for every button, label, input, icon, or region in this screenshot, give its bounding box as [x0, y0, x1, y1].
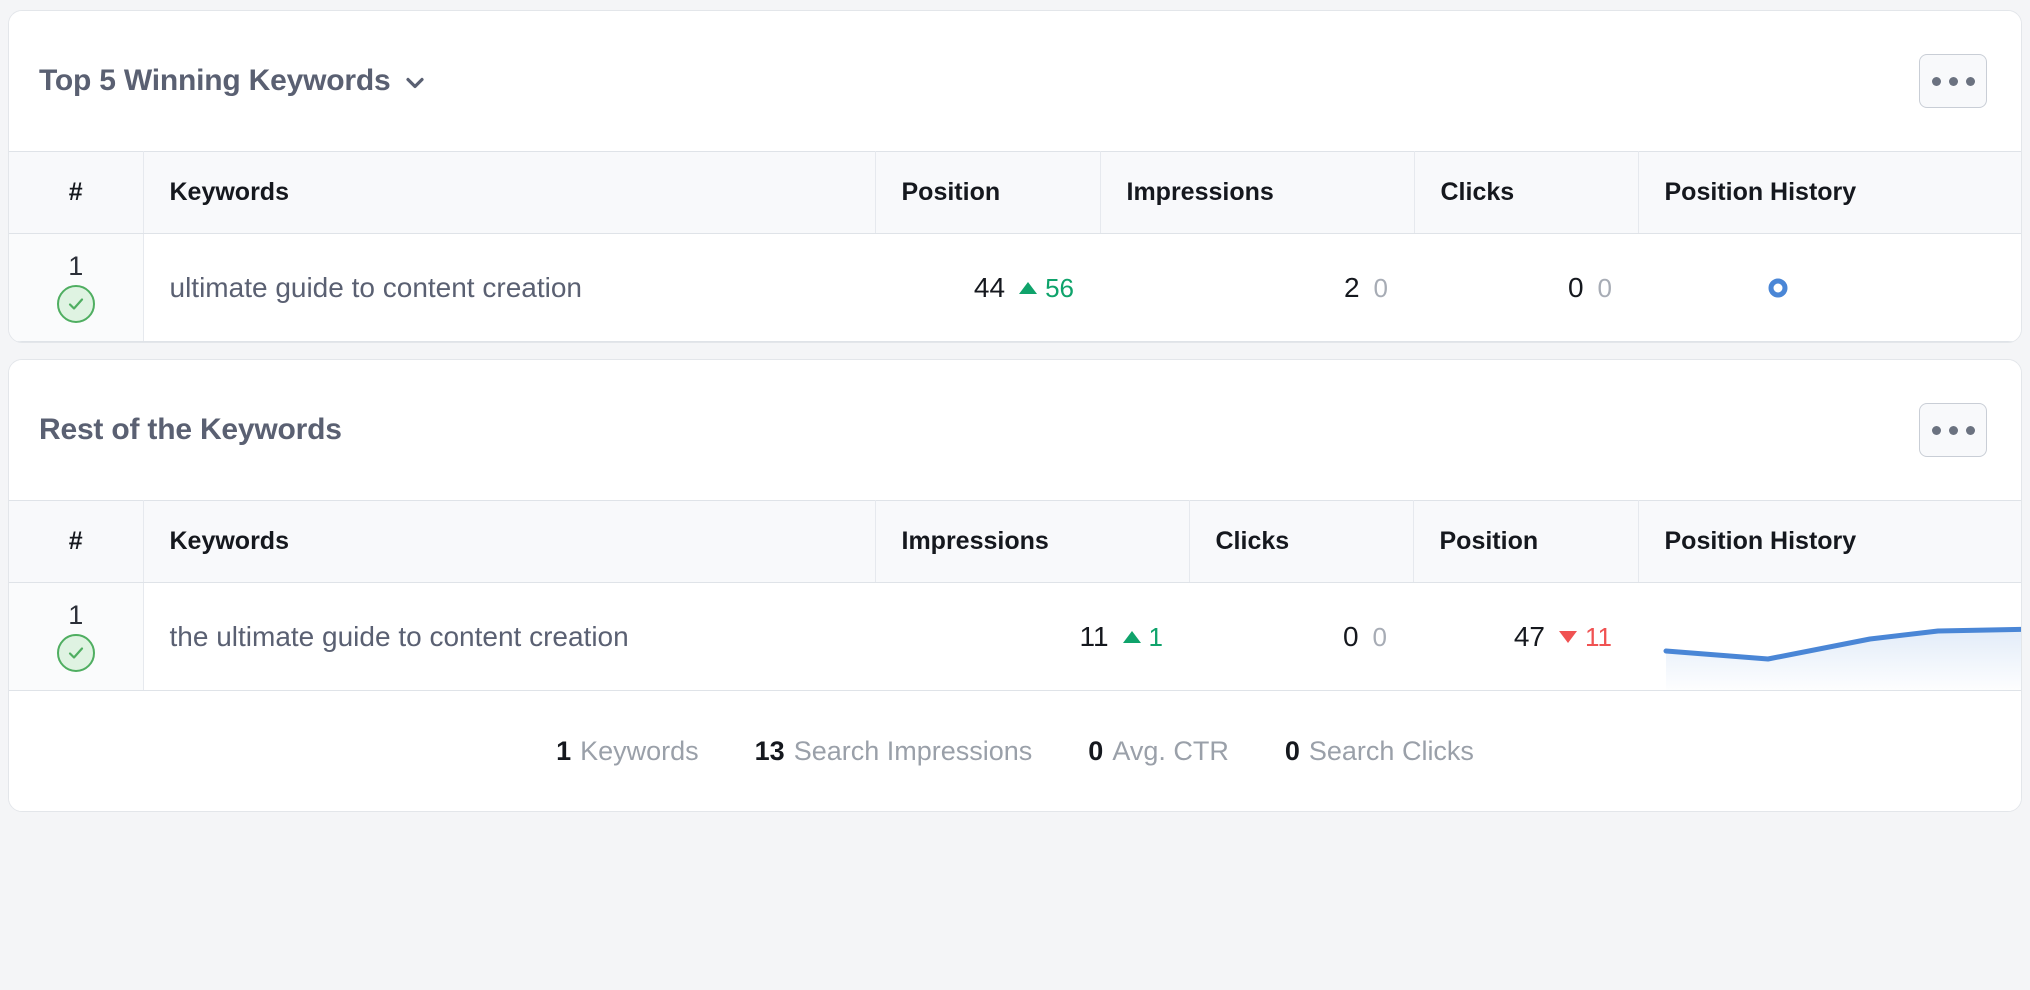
position-delta-value: 11: [1585, 622, 1612, 652]
top-winning-keywords-card: Top 5 Winning Keywords #: [8, 10, 2022, 343]
card-title-group-top[interactable]: Top 5 Winning Keywords: [39, 64, 426, 98]
position-delta: 11: [1559, 622, 1612, 652]
impressions-delta: 1: [1123, 622, 1163, 652]
column-header-keywords[interactable]: Keywords: [143, 152, 875, 234]
column-header-impressions[interactable]: Impressions: [1100, 152, 1414, 234]
position-cell: 47 11: [1413, 583, 1638, 691]
impressions-cell: 111: [875, 583, 1189, 691]
summary-clicks-value: 0: [1285, 736, 1300, 766]
rest-keywords-table: # Keywords Impressions Clicks Position P…: [9, 500, 2021, 691]
summary-keywords-label: Keywords: [580, 736, 699, 766]
table-row[interactable]: 1 the ultimate guide to content creation…: [9, 583, 2021, 691]
card-title-group-rest: Rest of the Keywords: [39, 413, 342, 447]
column-header-impressions[interactable]: Impressions: [875, 501, 1189, 583]
row-index-label: 1: [68, 602, 83, 629]
row-index-cell: 1: [9, 234, 143, 342]
position-delta: 56: [1019, 273, 1074, 303]
section-title: Rest of the Keywords: [39, 413, 342, 447]
table-header-row: # Keywords Impressions Clicks Position P…: [9, 501, 2021, 583]
kebab-dot-2: [1949, 426, 1958, 435]
position-delta-value: 56: [1045, 273, 1074, 303]
triangle-up-icon: [1123, 631, 1141, 643]
summary-impressions-value: 13: [755, 736, 785, 766]
position-value: 44: [974, 272, 1005, 303]
summary-keywords-value: 1: [556, 736, 571, 766]
sparkline-area: [1666, 629, 2022, 690]
clicks-value: 0: [1568, 272, 1584, 303]
sparkline-single-point: [1638, 268, 2021, 308]
check-circle-icon: [57, 634, 95, 672]
card-header-top-keywords: Top 5 Winning Keywords: [9, 11, 2021, 151]
card-options-button-rest[interactable]: [1919, 403, 1987, 457]
column-header-position-history[interactable]: Position History: [1638, 152, 2021, 234]
table-header-row: # Keywords Position Impressions Clicks P…: [9, 152, 2021, 234]
clicks-delta: 0: [1598, 273, 1612, 303]
keyword-label[interactable]: ultimate guide to content creation: [143, 234, 875, 342]
summary-item-impressions: 13 Search Impressions: [755, 736, 1033, 767]
position-history-cell[interactable]: [1638, 234, 2021, 342]
keyword-performance-page: Top 5 Winning Keywords #: [0, 0, 2030, 990]
column-header-position[interactable]: Position: [875, 152, 1100, 234]
row-index-stack: 1: [9, 602, 143, 672]
impressions-delta: 0: [1374, 273, 1388, 303]
summary-item-clicks: 0 Search Clicks: [1285, 736, 1474, 767]
kebab-dot-1: [1932, 77, 1941, 86]
kebab-dot-2: [1949, 77, 1958, 86]
impressions-delta-value: 1: [1149, 622, 1163, 652]
card-header-rest-keywords: Rest of the Keywords: [9, 360, 2021, 500]
impressions-cell: 20: [1100, 234, 1414, 342]
check-circle-icon: [57, 285, 95, 323]
summary-ctr-label: Avg. CTR: [1112, 736, 1229, 766]
position-history-cell[interactable]: [1638, 583, 2021, 691]
page-title: Top 5 Winning Keywords: [39, 64, 390, 98]
clicks-cell: 00: [1189, 583, 1413, 691]
clicks-value: 0: [1343, 621, 1359, 652]
column-header-keywords[interactable]: Keywords: [143, 501, 875, 583]
column-header-index[interactable]: #: [9, 501, 143, 583]
impressions-value: 2: [1344, 272, 1360, 303]
sparkline-point-marker: [1758, 268, 1798, 308]
summary-ctr-value: 0: [1088, 736, 1103, 766]
table-body-rest: 1 the ultimate guide to content creation…: [9, 583, 2021, 691]
summary-item-keywords: 1 Keywords: [556, 736, 699, 767]
summary-clicks-label: Search Clicks: [1309, 736, 1474, 766]
row-index-label: 1: [68, 253, 83, 280]
chevron-down-icon[interactable]: [404, 72, 426, 94]
clicks-delta: 0: [1373, 622, 1387, 652]
column-header-clicks[interactable]: Clicks: [1189, 501, 1413, 583]
position-cell: 44 56: [875, 234, 1100, 342]
summary-item-ctr: 0 Avg. CTR: [1088, 736, 1229, 767]
column-header-position-history[interactable]: Position History: [1638, 501, 2021, 583]
table-header-rest: # Keywords Impressions Clicks Position P…: [9, 501, 2021, 583]
triangle-down-icon: [1559, 631, 1577, 643]
rest-of-keywords-card: Rest of the Keywords # Keywords Impressi…: [8, 359, 2022, 812]
row-index-cell: 1: [9, 583, 143, 691]
kebab-dot-3: [1966, 77, 1975, 86]
table-row[interactable]: 1 ultimate guide to content creation 44 5…: [9, 234, 2021, 342]
column-header-clicks[interactable]: Clicks: [1414, 152, 1638, 234]
table-header-top: # Keywords Position Impressions Clicks P…: [9, 152, 2021, 234]
top-keywords-table: # Keywords Position Impressions Clicks P…: [9, 151, 2021, 342]
impressions-value: 11: [1079, 621, 1108, 652]
card-options-button-top[interactable]: [1919, 54, 1987, 108]
sparkline-chart: [1638, 583, 2022, 690]
kebab-dot-3: [1966, 426, 1975, 435]
clicks-cell: 00: [1414, 234, 1638, 342]
table-body-top: 1 ultimate guide to content creation 44 5…: [9, 234, 2021, 342]
row-index-stack: 1: [9, 253, 143, 323]
column-header-index[interactable]: #: [9, 152, 143, 234]
position-value: 47: [1514, 621, 1545, 652]
triangle-up-icon: [1019, 282, 1037, 294]
summary-impressions-label: Search Impressions: [794, 736, 1033, 766]
keyword-label[interactable]: the ultimate guide to content creation: [143, 583, 875, 691]
column-header-position[interactable]: Position: [1413, 501, 1638, 583]
kebab-dot-1: [1932, 426, 1941, 435]
summary-footer: 1 Keywords 13 Search Impressions 0 Avg. CTR…: [9, 691, 2021, 811]
